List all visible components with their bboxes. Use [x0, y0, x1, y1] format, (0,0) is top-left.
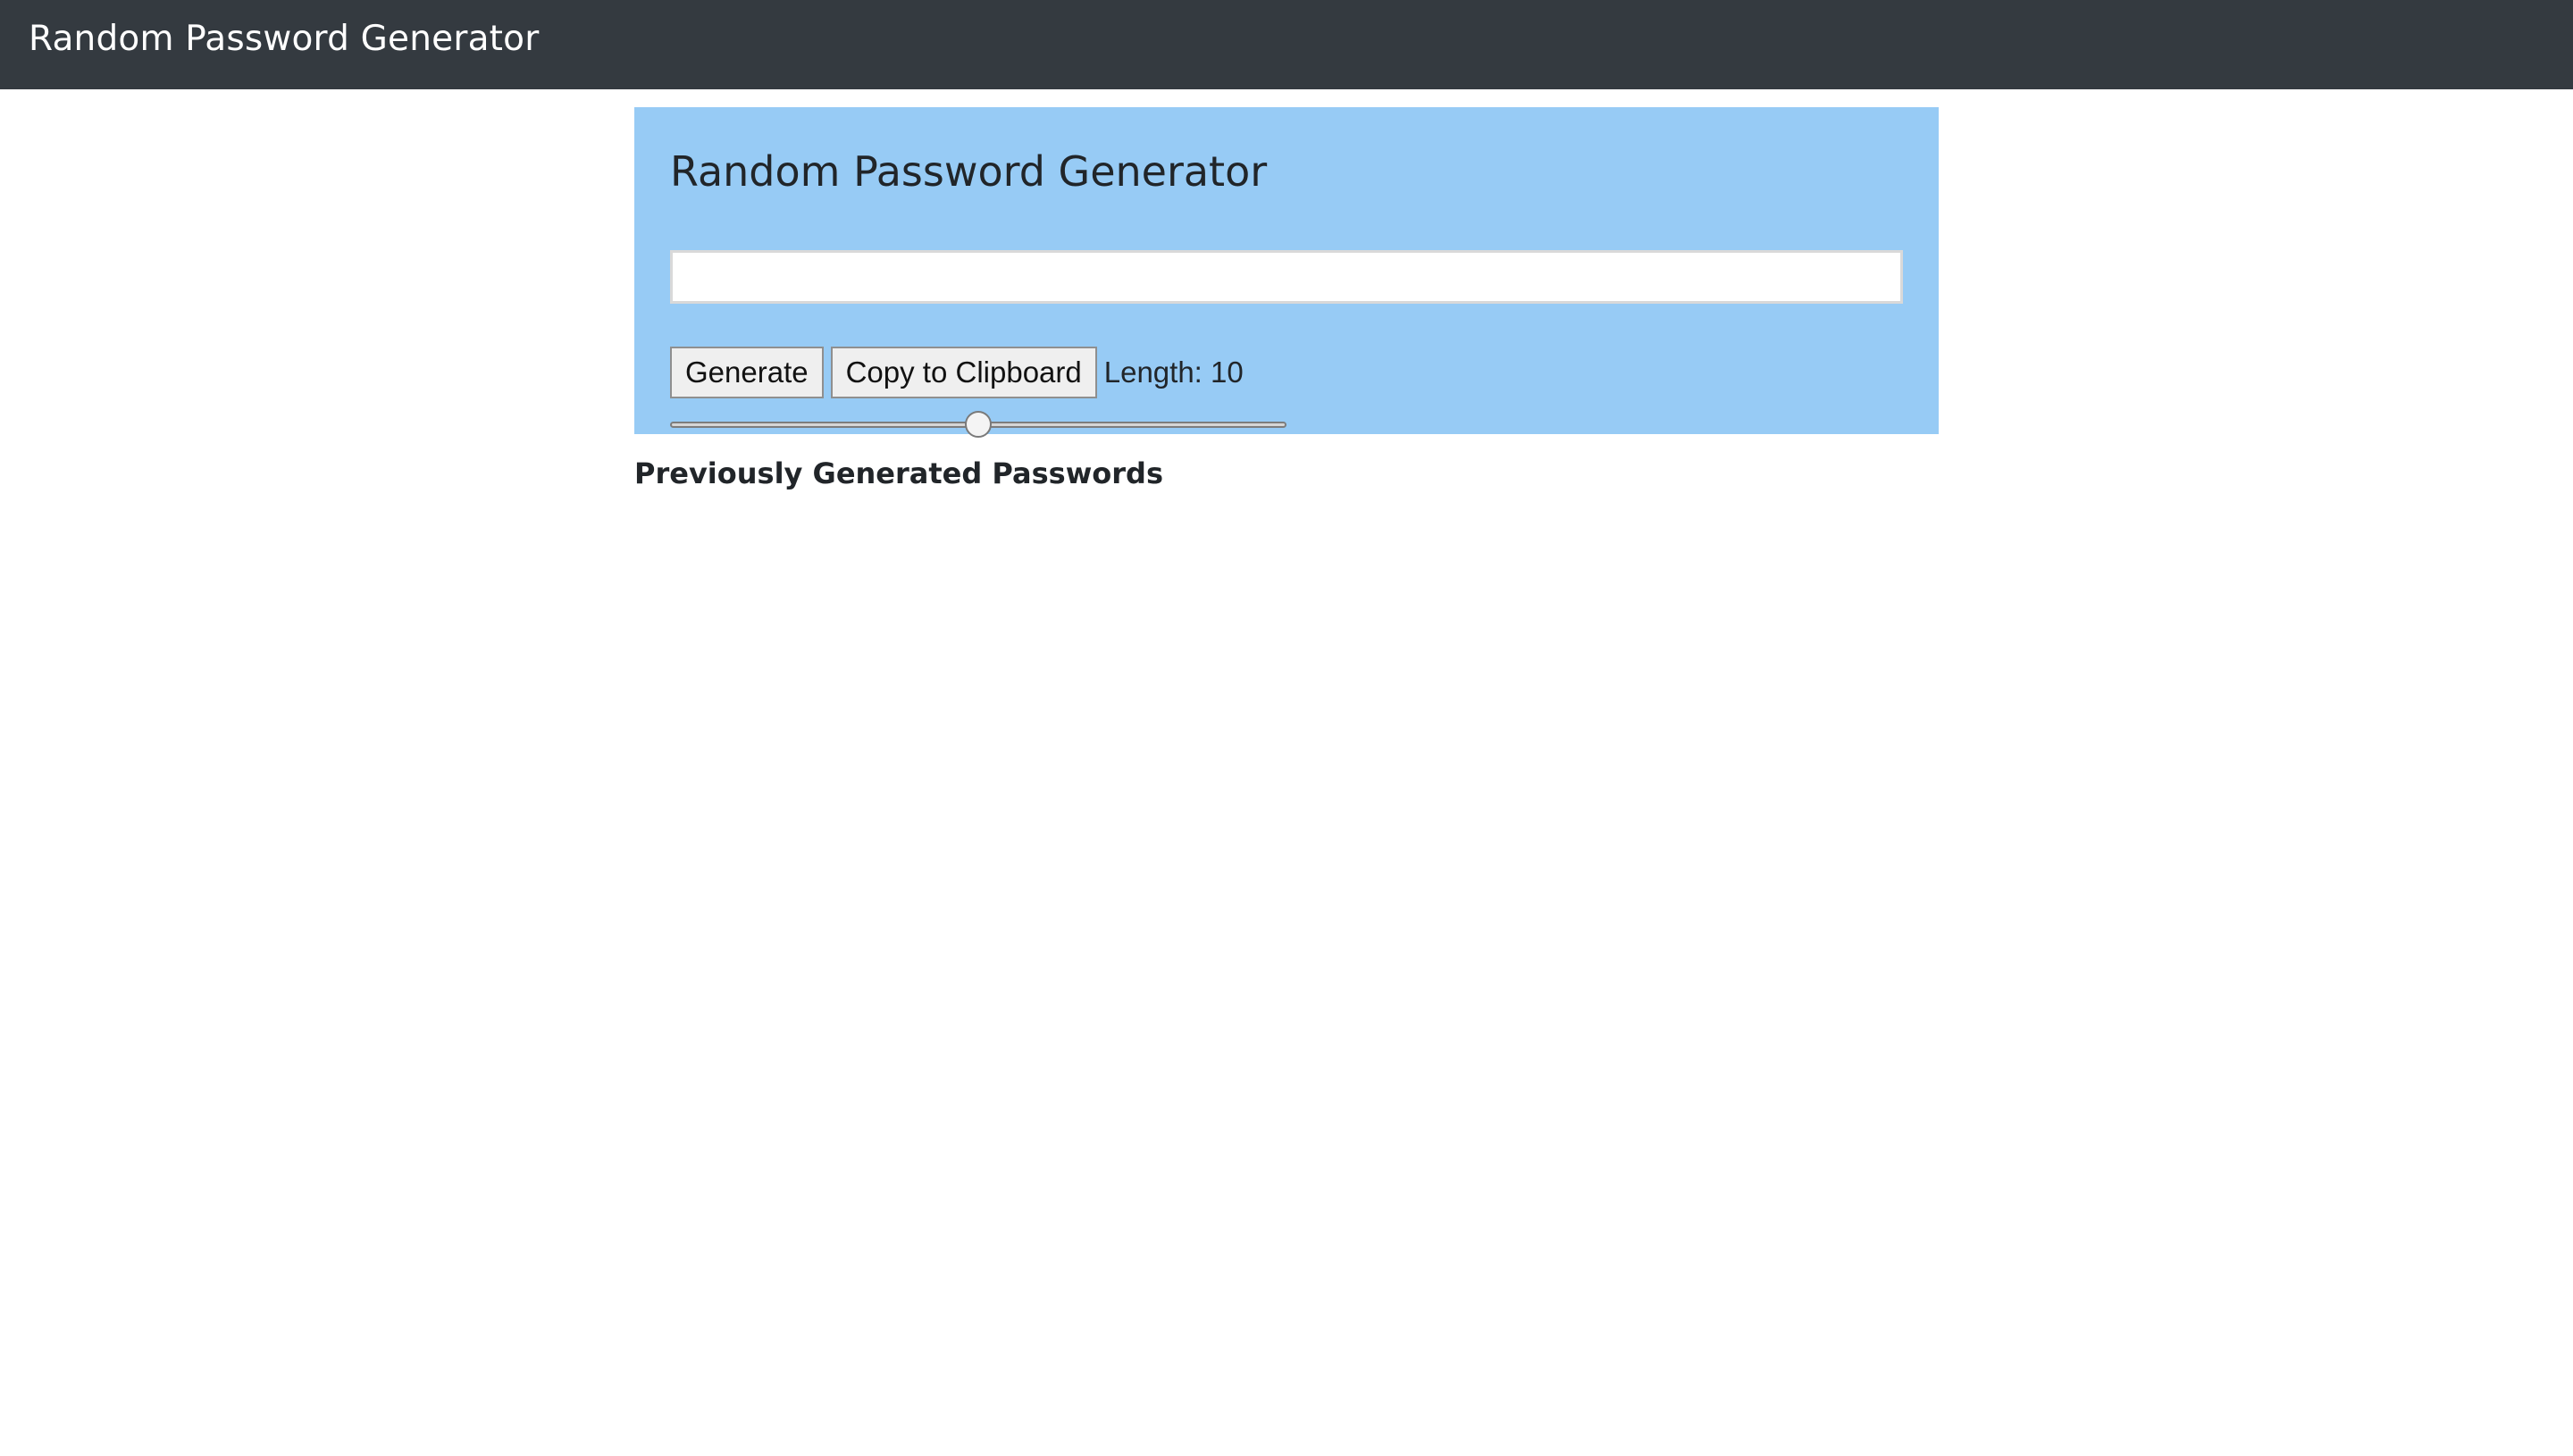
panel-title: Random Password Generator	[670, 147, 1268, 196]
slider-thumb[interactable]	[965, 411, 992, 438]
history-heading: Previously Generated Passwords	[634, 456, 1163, 490]
navbar-brand[interactable]: Random Password Generator	[29, 18, 539, 61]
length-label: Length: 10	[1103, 356, 1244, 389]
navbar: Random Password Generator	[0, 0, 2573, 89]
copy-to-clipboard-button[interactable]: Copy to Clipboard	[830, 347, 1097, 398]
controls-row: Generate Copy to Clipboard Length: 10	[670, 347, 1244, 398]
password-output-field[interactable]	[670, 250, 1903, 304]
generate-button[interactable]: Generate	[670, 347, 824, 398]
generator-panel: Random Password Generator Generate Copy …	[634, 107, 1939, 438]
length-slider[interactable]	[670, 409, 1286, 441]
